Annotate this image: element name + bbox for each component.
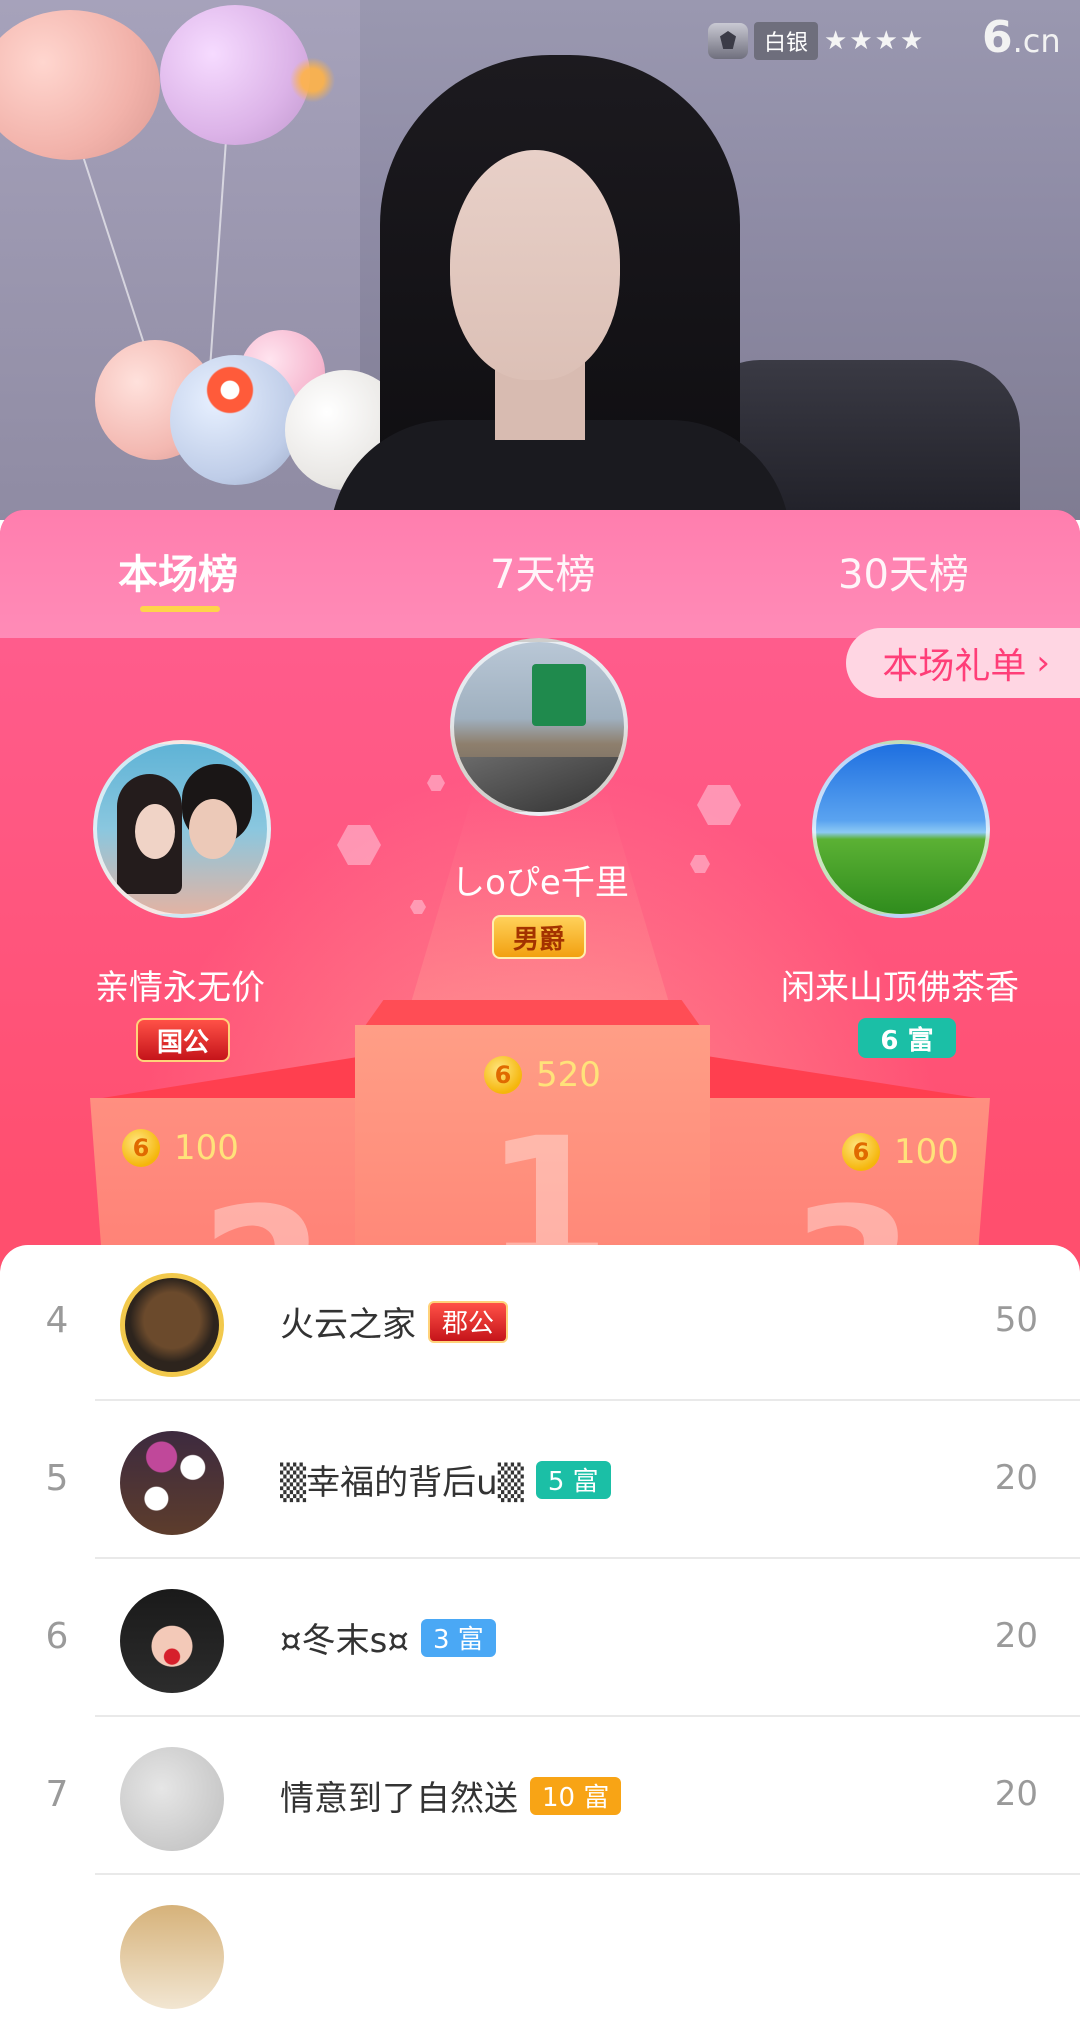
third-place-score-value: 100 (894, 1132, 959, 1172)
coin-icon: 6 (122, 1129, 160, 1167)
third-place-score: 6 100 (842, 1132, 959, 1172)
list-rank: 7 (45, 1774, 69, 1815)
second-place-title-badge: 国公 (136, 1018, 230, 1062)
first-place-score: 6 520 (484, 1055, 601, 1095)
list-item[interactable]: 4 火云之家 郡公 50 (0, 1245, 1080, 1403)
list-avatar[interactable] (120, 1589, 224, 1693)
ranking-list: 4 火云之家 郡公 50 5 ▒幸福的背后u▒ 5 富 20 6 ¤冬末s¤ 3… (0, 1245, 1080, 2009)
list-wealth-badge: 5 富 (535, 1460, 611, 1499)
balloon (160, 5, 310, 145)
second-place-score: 6 100 (122, 1128, 239, 1168)
list-score: 20 (994, 1616, 1038, 1656)
list-wealth-badge: 3 富 (420, 1618, 496, 1657)
gift-list-label: 本场礼单 (882, 646, 1027, 687)
divider (95, 1873, 1080, 1875)
list-title-badge: 郡公 (428, 1300, 509, 1343)
divider (95, 1557, 1080, 1559)
list-item[interactable]: 6 ¤冬末s¤ 3 富 20 (0, 1561, 1080, 1719)
list-name: 情意到了自然送 (280, 1779, 518, 1819)
tab-30-days[interactable]: 30天榜 (838, 542, 969, 600)
list-rank: 5 (45, 1458, 69, 1499)
list-score: 20 (994, 1774, 1038, 1814)
first-place-name[interactable]: しoぴe千里 (400, 855, 680, 904)
flower-decoration (195, 355, 265, 425)
list-rank: 6 (45, 1616, 69, 1657)
tab-current-session[interactable]: 本场榜 (118, 542, 238, 600)
brand-logo: 6.cn (982, 12, 1061, 63)
coin-icon: 6 (842, 1133, 880, 1171)
brand-number: 6 (982, 12, 1013, 63)
list-avatar[interactable] (120, 1905, 224, 2009)
chevron-right-icon: › (1036, 643, 1050, 683)
third-place-title-badge: 6 富 (858, 1018, 956, 1058)
list-name: ▒幸福的背后u▒ (280, 1463, 524, 1503)
brand-domain: .cn (1012, 22, 1061, 60)
list-name-group: 火云之家 郡公 (280, 1297, 509, 1346)
rank-stars: ★★★★ (824, 26, 926, 56)
divider (95, 1399, 1080, 1401)
first-place-title-badge: 男爵 (492, 915, 586, 959)
avatar-face (189, 799, 237, 859)
list-name-group: ▒幸福的背后u▒ 5 富 (280, 1455, 611, 1504)
list-name: 火云之家 (280, 1305, 416, 1345)
list-rank: 4 (45, 1300, 69, 1341)
list-item[interactable]: 7 情意到了自然送 10 富 20 (0, 1719, 1080, 1877)
live-stream-video[interactable]: 白银 ★★★★ 6.cn (0, 0, 1080, 520)
first-place-avatar[interactable] (450, 638, 628, 816)
list-name-group: ¤冬末s¤ 3 富 (280, 1613, 496, 1662)
list-wealth-badge: 10 富 (530, 1776, 622, 1815)
road-sign (532, 664, 586, 726)
second-place-name[interactable]: 亲情永无价 (40, 960, 320, 1009)
third-place-name[interactable]: 闲来山顶佛茶香 (760, 960, 1040, 1009)
ranking-tabs: 本场榜 7天榜 30天榜 (0, 510, 1080, 638)
road (454, 757, 624, 812)
divider (95, 1715, 1080, 1717)
second-place-avatar[interactable] (93, 740, 271, 918)
gift-list-link[interactable]: 本场礼单 › (846, 628, 1080, 698)
rank-label: 白银 (754, 22, 819, 60)
list-score: 20 (994, 1458, 1038, 1498)
list-avatar[interactable] (120, 1747, 224, 1851)
streamer-rank-badge: 白银 ★★★★ (708, 22, 925, 60)
list-name: ¤冬末s¤ (280, 1621, 409, 1661)
second-place-score-value: 100 (174, 1128, 239, 1168)
list-item-partial[interactable] (0, 1877, 1080, 2035)
active-tab-indicator (140, 606, 220, 612)
coin-icon: 6 (484, 1056, 522, 1094)
streamer-face (450, 150, 620, 380)
third-place-avatar[interactable] (812, 740, 990, 918)
list-score: 50 (994, 1300, 1038, 1340)
decoration (290, 50, 335, 110)
rank-shield-icon (708, 23, 748, 59)
list-avatar[interactable] (120, 1273, 224, 1377)
list-item[interactable]: 5 ▒幸福的背后u▒ 5 富 20 (0, 1403, 1080, 1561)
tab-7-days[interactable]: 7天榜 (490, 542, 595, 600)
list-avatar[interactable] (120, 1431, 224, 1535)
list-name-group: 情意到了自然送 10 富 (280, 1771, 622, 1820)
avatar-face (135, 804, 175, 859)
first-place-score-value: 520 (536, 1055, 601, 1095)
